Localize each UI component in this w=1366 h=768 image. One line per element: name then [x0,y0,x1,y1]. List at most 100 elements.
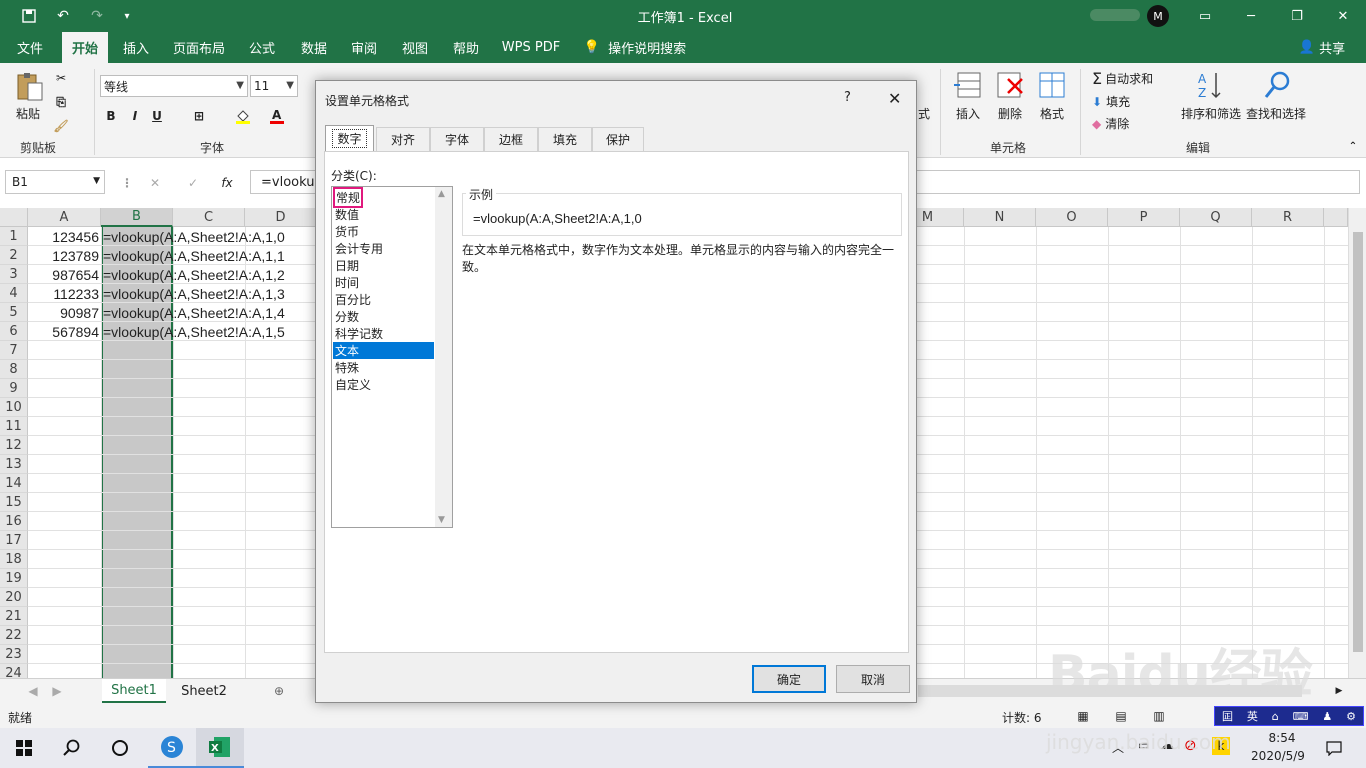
clear-button[interactable]: ◆ 清除 [1092,115,1129,132]
dialog-tab-font[interactable]: 字体 [430,127,484,151]
cell-b6[interactable]: =vlookup(A:A,Sheet2!A:A,1,5 [103,322,285,341]
row-header[interactable]: 13 [0,455,28,474]
tab-insert[interactable]: 插入 [114,32,158,63]
column-header-o[interactable]: O [1036,208,1108,227]
close-icon[interactable]: ✕ [888,89,901,108]
enter-check-icon[interactable]: ✓ [184,174,202,192]
cut-icon[interactable]: ✂ [52,69,70,87]
tab-data[interactable]: 数据 [292,32,336,63]
row-header[interactable]: 4 [0,284,28,303]
fill-color-icon[interactable] [234,107,252,125]
copy-icon[interactable]: ⎘ [52,93,70,111]
insert-cells-icon[interactable] [952,69,984,101]
row-header[interactable]: 14 [0,474,28,493]
column-header-s[interactable] [1324,208,1348,227]
category-time[interactable]: 时间 [333,274,434,291]
column-header-b[interactable]: B [101,208,173,227]
tab-home[interactable]: 开始 [62,32,108,63]
category-percentage[interactable]: 百分比 [333,291,434,308]
close-icon[interactable]: ✕ [1328,4,1358,28]
delete-cells-button[interactable]: 删除 [998,105,1022,122]
category-special[interactable]: 特殊 [333,359,434,376]
column-header-d[interactable]: D [245,208,317,227]
prev-sheet-icon[interactable]: ◀ [24,682,42,700]
cell-b3[interactable]: =vlookup(A:A,Sheet2!A:A,1,2 [103,265,285,284]
collapse-ribbon-icon[interactable]: ⌃ [1344,137,1362,155]
font-color-icon[interactable]: A [268,107,286,125]
row-header[interactable]: 18 [0,550,28,569]
row-header[interactable]: 23 [0,645,28,664]
cancel-entry-icon[interactable]: ✕ [146,174,164,192]
tab-file[interactable]: 文件 [8,32,52,63]
name-box[interactable]: B1 ▼ [5,170,105,194]
category-scientific[interactable]: 科学记数 [333,325,434,342]
select-all-corner[interactable] [0,208,28,227]
format-cells-button[interactable]: 格式 [1040,105,1064,122]
notification-icon[interactable] [1310,728,1358,768]
row-header[interactable]: 15 [0,493,28,512]
find-select-button[interactable]: 查找和选择 [1246,105,1306,122]
row-header[interactable]: 1 [0,227,28,246]
restore-icon[interactable]: ❐ [1282,4,1312,28]
column-header-q[interactable]: Q [1180,208,1252,227]
redo-icon[interactable]: ↷ [86,6,108,26]
sheet-tab-sheet1[interactable]: Sheet1 [102,679,166,703]
italic-button[interactable]: I [126,107,144,125]
autosum-button[interactable]: Σ 自动求和 [1092,69,1153,88]
row-header[interactable]: 8 [0,360,28,379]
dialog-tab-fill[interactable]: 填充 [538,127,592,151]
row-header[interactable]: 11 [0,417,28,436]
row-header[interactable]: 9 [0,379,28,398]
column-header-r[interactable]: R [1252,208,1324,227]
cell-a1[interactable]: 123456 [28,227,99,246]
category-fraction[interactable]: 分数 [333,308,434,325]
page-break-view-icon[interactable]: ▥ [1150,707,1168,725]
dialog-tab-alignment[interactable]: 对齐 [376,127,430,151]
tab-formulas[interactable]: 公式 [240,32,284,63]
tab-help[interactable]: 帮助 [444,32,488,63]
delete-cells-icon[interactable] [994,69,1026,101]
tab-review[interactable]: 审阅 [342,32,386,63]
save-icon[interactable] [18,6,40,26]
dialog-tab-number[interactable]: 数字 [325,125,374,151]
row-header[interactable]: 24 [0,664,28,678]
category-currency[interactable]: 货币 [333,223,434,240]
fill-button[interactable]: ⬇ 填充 [1092,93,1130,110]
avatar[interactable]: M [1147,5,1169,27]
row-header[interactable]: 12 [0,436,28,455]
cell-a6[interactable]: 567894 [28,322,99,341]
vertical-scrollbar[interactable] [1348,208,1366,678]
row-header[interactable]: 3 [0,265,28,284]
minimize-icon[interactable]: ─ [1236,4,1266,28]
tab-view[interactable]: 视图 [393,32,437,63]
scroll-right-icon[interactable]: ▶ [1330,682,1348,700]
sort-filter-button[interactable]: 排序和筛选 [1181,105,1241,122]
category-list[interactable]: 常规 数值 货币 会计专用 日期 时间 百分比 分数 科学记数 文本 特殊 自定… [331,186,453,528]
page-layout-view-icon[interactable]: ▤ [1112,707,1130,725]
task-view-icon[interactable] [96,728,144,768]
tab-wps-pdf[interactable]: WPS PDF [498,32,564,63]
underline-button[interactable]: U [148,107,166,125]
add-sheet-icon[interactable]: ⊕ [270,682,288,700]
row-header[interactable]: 17 [0,531,28,550]
clock-date[interactable]: 2020/5/9 [1240,749,1316,763]
cell-a5[interactable]: 90987 [28,303,99,322]
row-header[interactable]: 6 [0,322,28,341]
ime-toolbar[interactable]: 囸 英 ⌂ ⌨ ♟ ⚙ [1214,706,1364,726]
insert-cells-button[interactable]: 插入 [956,105,980,122]
category-number[interactable]: 数值 [333,206,434,223]
cell-b2[interactable]: =vlookup(A:A,Sheet2!A:A,1,1 [103,246,285,265]
font-name-combo[interactable]: 等线 ▼ [100,75,248,97]
category-scrollbar[interactable]: ▲ ▼ [435,187,452,527]
excel-icon[interactable]: X [196,728,244,768]
format-cells-icon[interactable] [1036,69,1068,101]
row-header[interactable]: 10 [0,398,28,417]
column-header-a[interactable]: A [28,208,101,227]
cell-a2[interactable]: 123789 [28,246,99,265]
scroll-up-icon[interactable]: ▲ [438,189,445,199]
row-header[interactable]: 5 [0,303,28,322]
category-accounting[interactable]: 会计专用 [333,240,434,257]
find-select-icon[interactable] [1262,69,1294,101]
cell-b4[interactable]: =vlookup(A:A,Sheet2!A:A,1,3 [103,284,285,303]
row-header[interactable]: 7 [0,341,28,360]
